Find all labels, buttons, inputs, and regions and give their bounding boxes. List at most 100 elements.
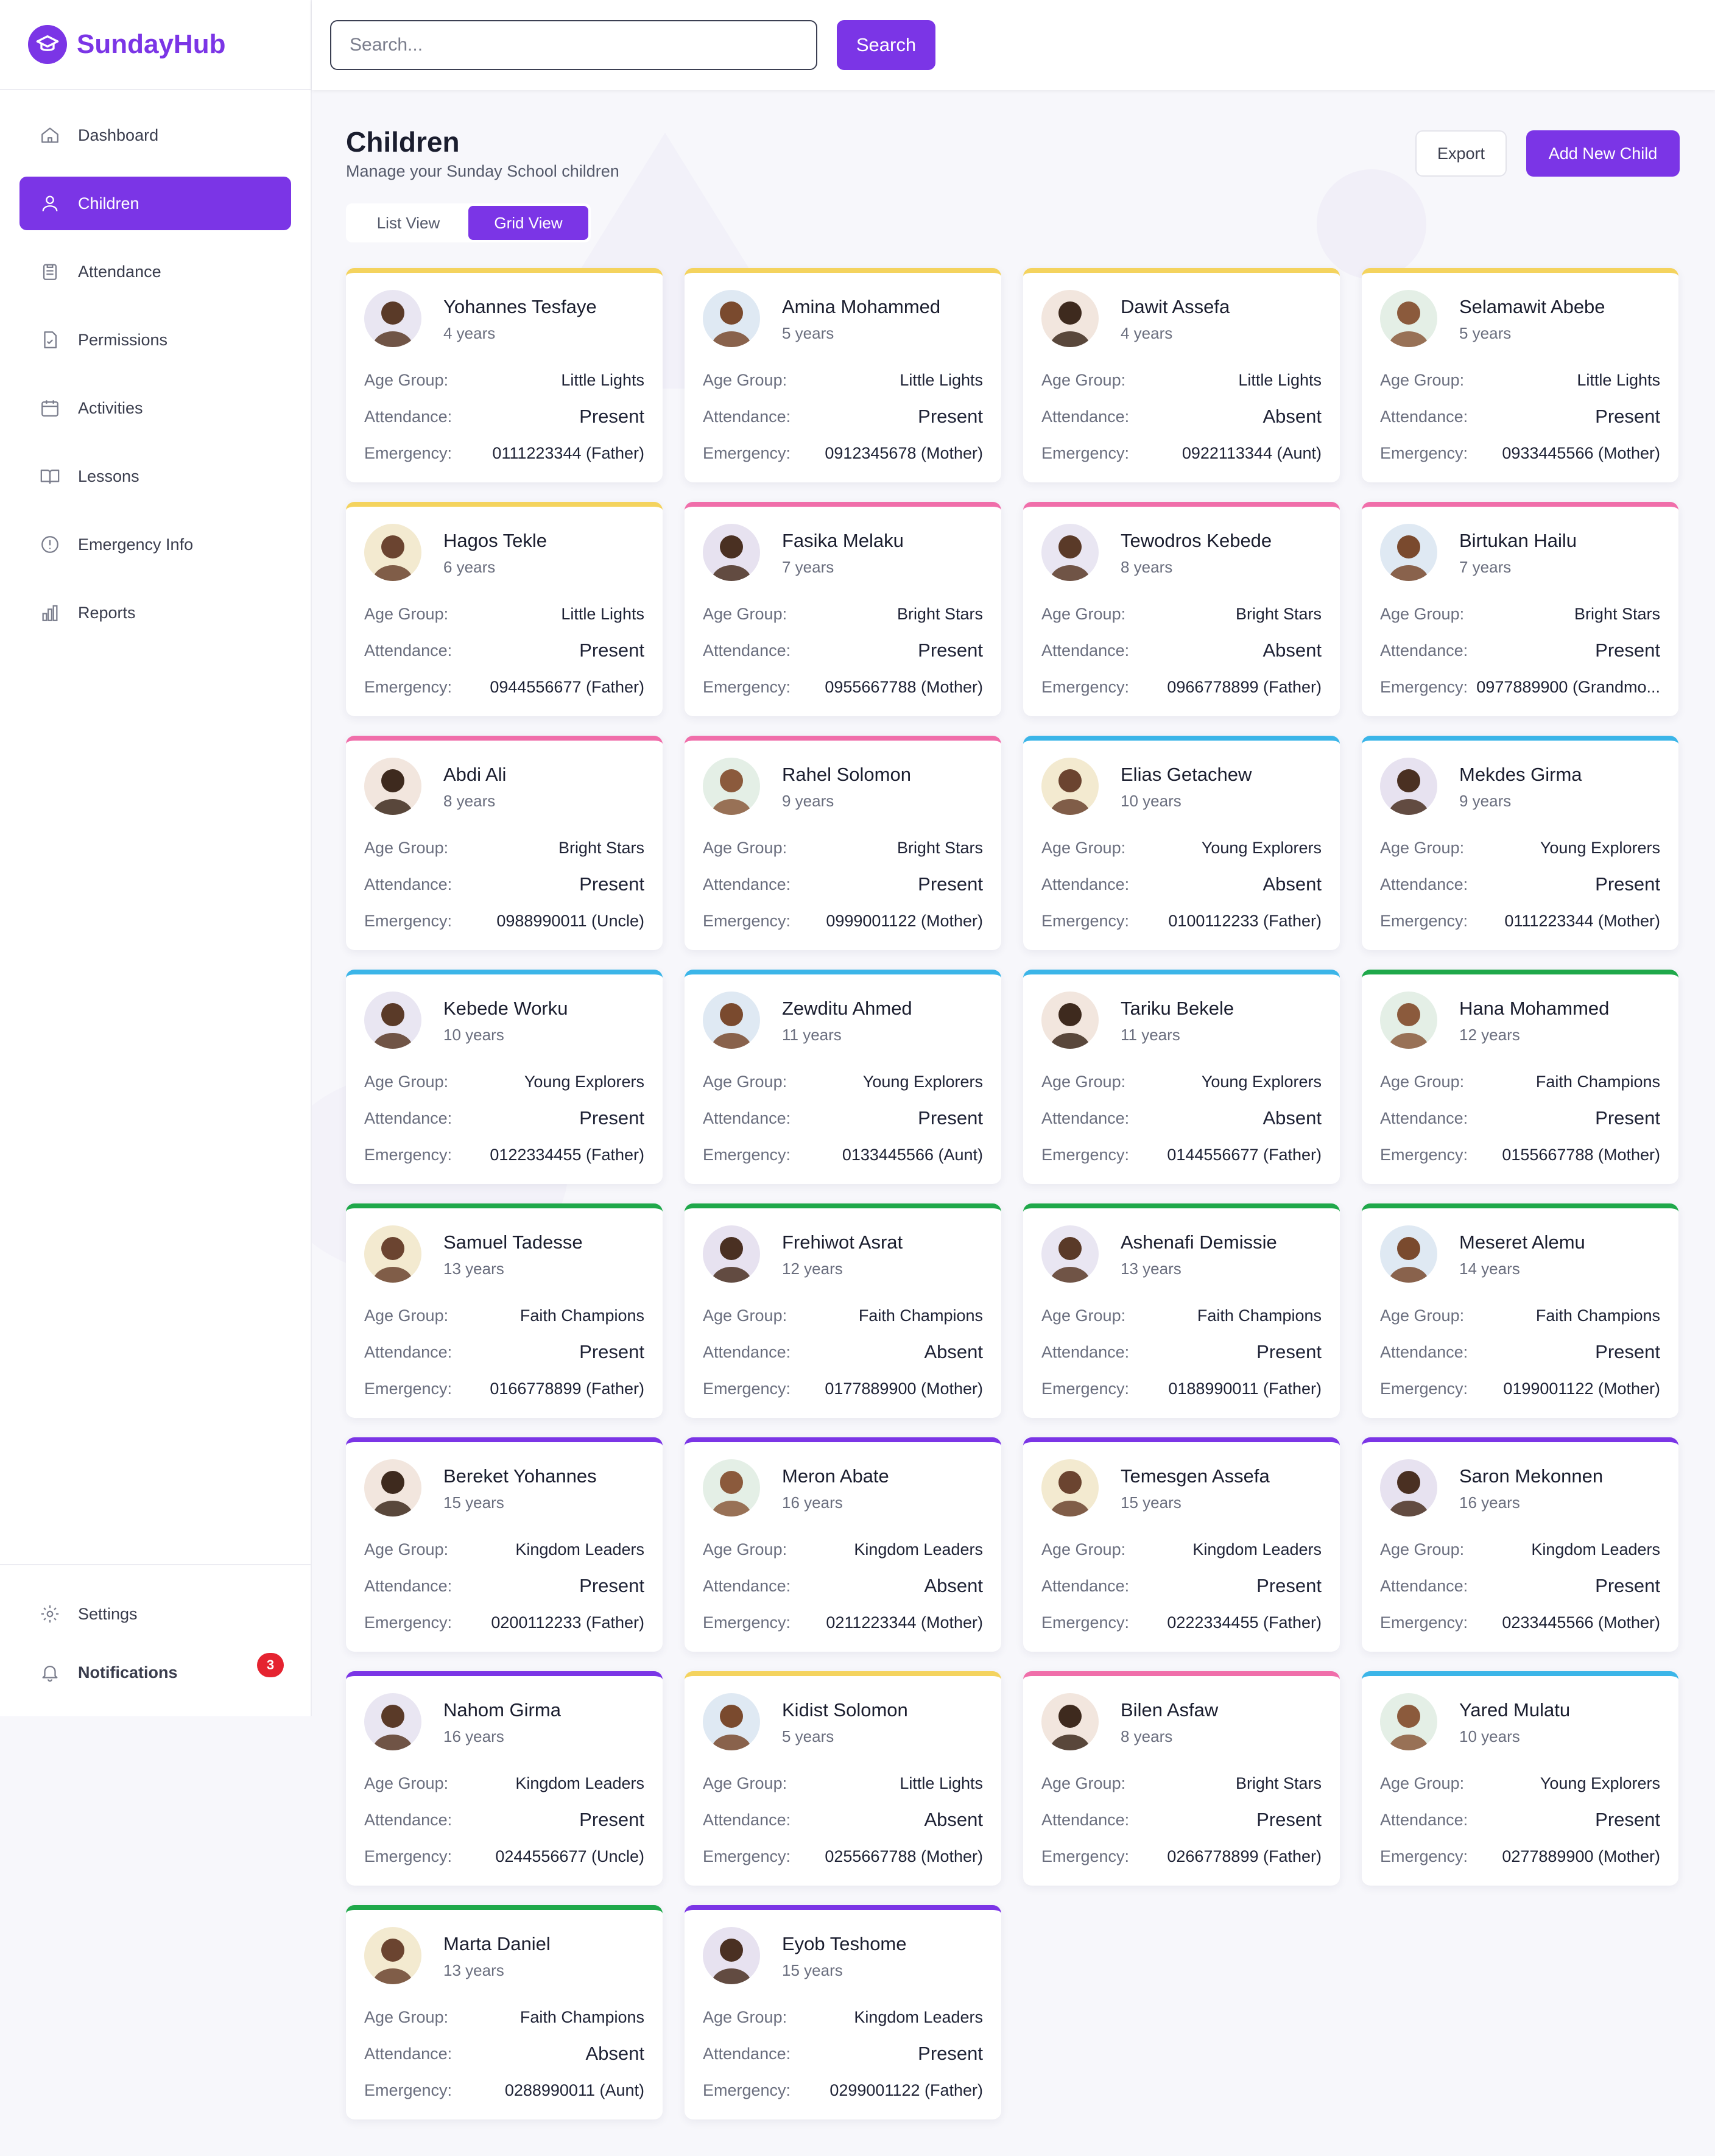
attendance-status: Present [1595, 1341, 1660, 1362]
add-new-child-button[interactable]: Add New Child [1526, 130, 1680, 177]
attendance-status: Present [918, 639, 983, 661]
emergency-contact: 0111223344 (Mother) [1504, 911, 1660, 930]
child-avatar [364, 992, 421, 1049]
child-age: 7 years [782, 558, 834, 576]
attendance-label: Attendance: [703, 407, 791, 426]
child-card[interactable]: Abdi Ali 8 years Age Group: Bright Stars Att… [346, 736, 663, 950]
emergency-contact: 0999001122 (Mother) [826, 911, 983, 930]
age-group-label: Age Group: [364, 1774, 449, 1792]
age-group-label: Age Group: [703, 370, 787, 389]
emergency-label: Emergency: [364, 1613, 453, 1632]
child-card[interactable]: Nahom Girma 16 years Age Group: Kingdom Lea… [346, 1671, 663, 1886]
age-group-label: Age Group: [703, 604, 787, 623]
attendance-row: Attendance: Absent [1041, 639, 1322, 661]
attendance-status: Absent [924, 1809, 983, 1830]
age-group-value: Kingdom Leaders [515, 1774, 644, 1792]
search-input[interactable] [330, 20, 817, 70]
attendance-status: Present [579, 639, 644, 661]
age-group-label: Age Group: [1380, 604, 1465, 623]
child-name: Rahel Solomon [782, 764, 911, 785]
emergency-label: Emergency: [1380, 1379, 1468, 1398]
attendance-row: Attendance: Present [1380, 1341, 1660, 1363]
child-card[interactable]: Bilen Asfaw 8 years Age Group: Bright Stars… [1023, 1671, 1340, 1886]
attendance-row: Attendance: Present [703, 406, 983, 428]
child-card[interactable]: Tariku Bekele 11 years Age Group: Young Exp… [1023, 970, 1340, 1184]
child-card[interactable]: Mekdes Girma 9 years Age Group: Young Explo… [1362, 736, 1678, 950]
child-avatar [364, 524, 421, 581]
attendance-row: Attendance: Present [1380, 1107, 1660, 1129]
child-card[interactable]: Zewditu Ahmed 11 years Age Group: Young Exp… [685, 970, 1001, 1184]
child-card[interactable]: Samuel Tadesse 13 years Age Group: Faith Ch… [346, 1203, 663, 1418]
child-card[interactable]: Meron Abate 16 years Age Group: Kingdom Lea… [685, 1437, 1001, 1652]
child-card[interactable]: Eyob Teshome 15 years Age Group: Kingdom Le… [685, 1905, 1001, 2119]
child-card[interactable]: Saron Mekonnen 16 years Age Group: Kingdom … [1362, 1437, 1678, 1652]
emergency-row: Emergency: 0255667788 (Mother) [703, 1845, 983, 1867]
child-card[interactable]: Marta Daniel 13 years Age Group: Faith Cham… [346, 1905, 663, 2119]
child-card[interactable]: Meseret Alemu 14 years Age Group: Faith Cha… [1362, 1203, 1678, 1418]
child-card[interactable]: Yared Mulatu 10 years Age Group: Young Expl… [1362, 1671, 1678, 1886]
child-card[interactable]: Elias Getachew 10 years Age Group: Young Ex… [1023, 736, 1340, 950]
alert-circle-icon [39, 534, 61, 555]
sidebar-item-attendance[interactable]: Attendance [19, 245, 291, 298]
attendance-status: Absent [924, 1575, 983, 1596]
child-card[interactable]: Ashenafi Demissie 13 years Age Group: Faith… [1023, 1203, 1340, 1418]
sidebar-item-permissions[interactable]: Permissions [19, 313, 291, 367]
attendance-status: Present [1256, 1575, 1322, 1596]
age-group-label: Age Group: [364, 838, 449, 857]
child-card[interactable]: Tewodros Kebede 8 years Age Group: Bright S… [1023, 502, 1340, 716]
attendance-status: Present [579, 1575, 644, 1596]
child-card[interactable]: Dawit Assefa 4 years Age Group: Little Ligh… [1023, 268, 1340, 482]
emergency-label: Emergency: [703, 911, 791, 930]
age-group-label: Age Group: [1380, 370, 1465, 389]
sidebar-item-dashboard[interactable]: Dashboard [19, 108, 291, 162]
age-group-value: Bright Stars [1235, 604, 1322, 623]
child-card[interactable]: Bereket Yohannes 15 years Age Group: Kingdo… [346, 1437, 663, 1652]
emergency-row: Emergency: 0111223344 (Mother) [1380, 910, 1660, 932]
child-card[interactable]: Kidist Solomon 5 years Age Group: Little Li… [685, 1671, 1001, 1886]
child-name: Zewditu Ahmed [782, 998, 912, 1019]
child-card[interactable]: Birtukan Hailu 7 years Age Group: Bright St… [1362, 502, 1678, 716]
list-view-toggle[interactable]: List View [348, 206, 468, 240]
age-group-row: Age Group: Little Lights [1041, 369, 1322, 391]
child-age: 6 years [443, 558, 496, 576]
sidebar: SundayHub Dashboard Children Attendance … [0, 0, 312, 1716]
age-group-row: Age Group: Little Lights [364, 603, 644, 625]
emergency-contact: 0233445566 (Mother) [1502, 1613, 1660, 1632]
child-card[interactable]: Hagos Tekle 6 years Age Group: Little Light… [346, 502, 663, 716]
attendance-label: Attendance: [703, 1576, 791, 1595]
child-age: 16 years [782, 1493, 843, 1512]
brand[interactable]: SundayHub [0, 0, 311, 90]
attendance-status: Present [1595, 1575, 1660, 1596]
child-card[interactable]: Fasika Melaku 7 years Age Group: Bright Sta… [685, 502, 1001, 716]
sidebar-item-children[interactable]: Children [19, 177, 291, 230]
sidebar-item-lessons[interactable]: Lessons [19, 449, 291, 503]
search-button[interactable]: Search [837, 20, 935, 70]
child-avatar [364, 1927, 421, 1984]
sidebar-item-emergency-info[interactable]: Emergency Info [19, 518, 291, 571]
child-card[interactable]: Selamawit Abebe 5 years Age Group: Little L… [1362, 268, 1678, 482]
age-group-label: Age Group: [364, 604, 449, 623]
child-avatar [1041, 524, 1099, 581]
age-group-value: Kingdom Leaders [1192, 1540, 1322, 1559]
sidebar-item-activities[interactable]: Activities [19, 381, 291, 435]
child-card[interactable]: Amina Mohammed 5 years Age Group: Little Li… [685, 268, 1001, 482]
attendance-label: Attendance: [1041, 641, 1130, 660]
attendance-row: Attendance: Present [1041, 1341, 1322, 1363]
sidebar-item-settings[interactable]: Settings [19, 1587, 291, 1641]
emergency-row: Emergency: 0922113344 (Aunt) [1041, 442, 1322, 464]
child-card[interactable]: Hana Mohammed 12 years Age Group: Faith Cha… [1362, 970, 1678, 1184]
child-age: 8 years [1121, 1727, 1173, 1746]
emergency-contact: 0933445566 (Mother) [1502, 443, 1660, 462]
child-card[interactable]: Rahel Solomon 9 years Age Group: Bright Sta… [685, 736, 1001, 950]
child-age: 4 years [1121, 324, 1173, 342]
grid-view-toggle[interactable]: Grid View [468, 206, 588, 240]
child-card[interactable]: Frehiwot Asrat 12 years Age Group: Faith Ch… [685, 1203, 1001, 1418]
child-card[interactable]: Kebede Worku 10 years Age Group: Young Expl… [346, 970, 663, 1184]
child-name: Marta Daniel [443, 1933, 551, 1954]
sidebar-item-notifications[interactable]: Notifications 3 [19, 1646, 291, 1699]
sidebar-item-reports[interactable]: Reports [19, 586, 291, 639]
child-card[interactable]: Yohannes Tesfaye 4 years Age Group: Little … [346, 268, 663, 482]
attendance-label: Attendance: [364, 407, 453, 426]
export-button[interactable]: Export [1415, 130, 1507, 177]
child-card[interactable]: Temesgen Assefa 15 years Age Group: Kingdom… [1023, 1437, 1340, 1652]
